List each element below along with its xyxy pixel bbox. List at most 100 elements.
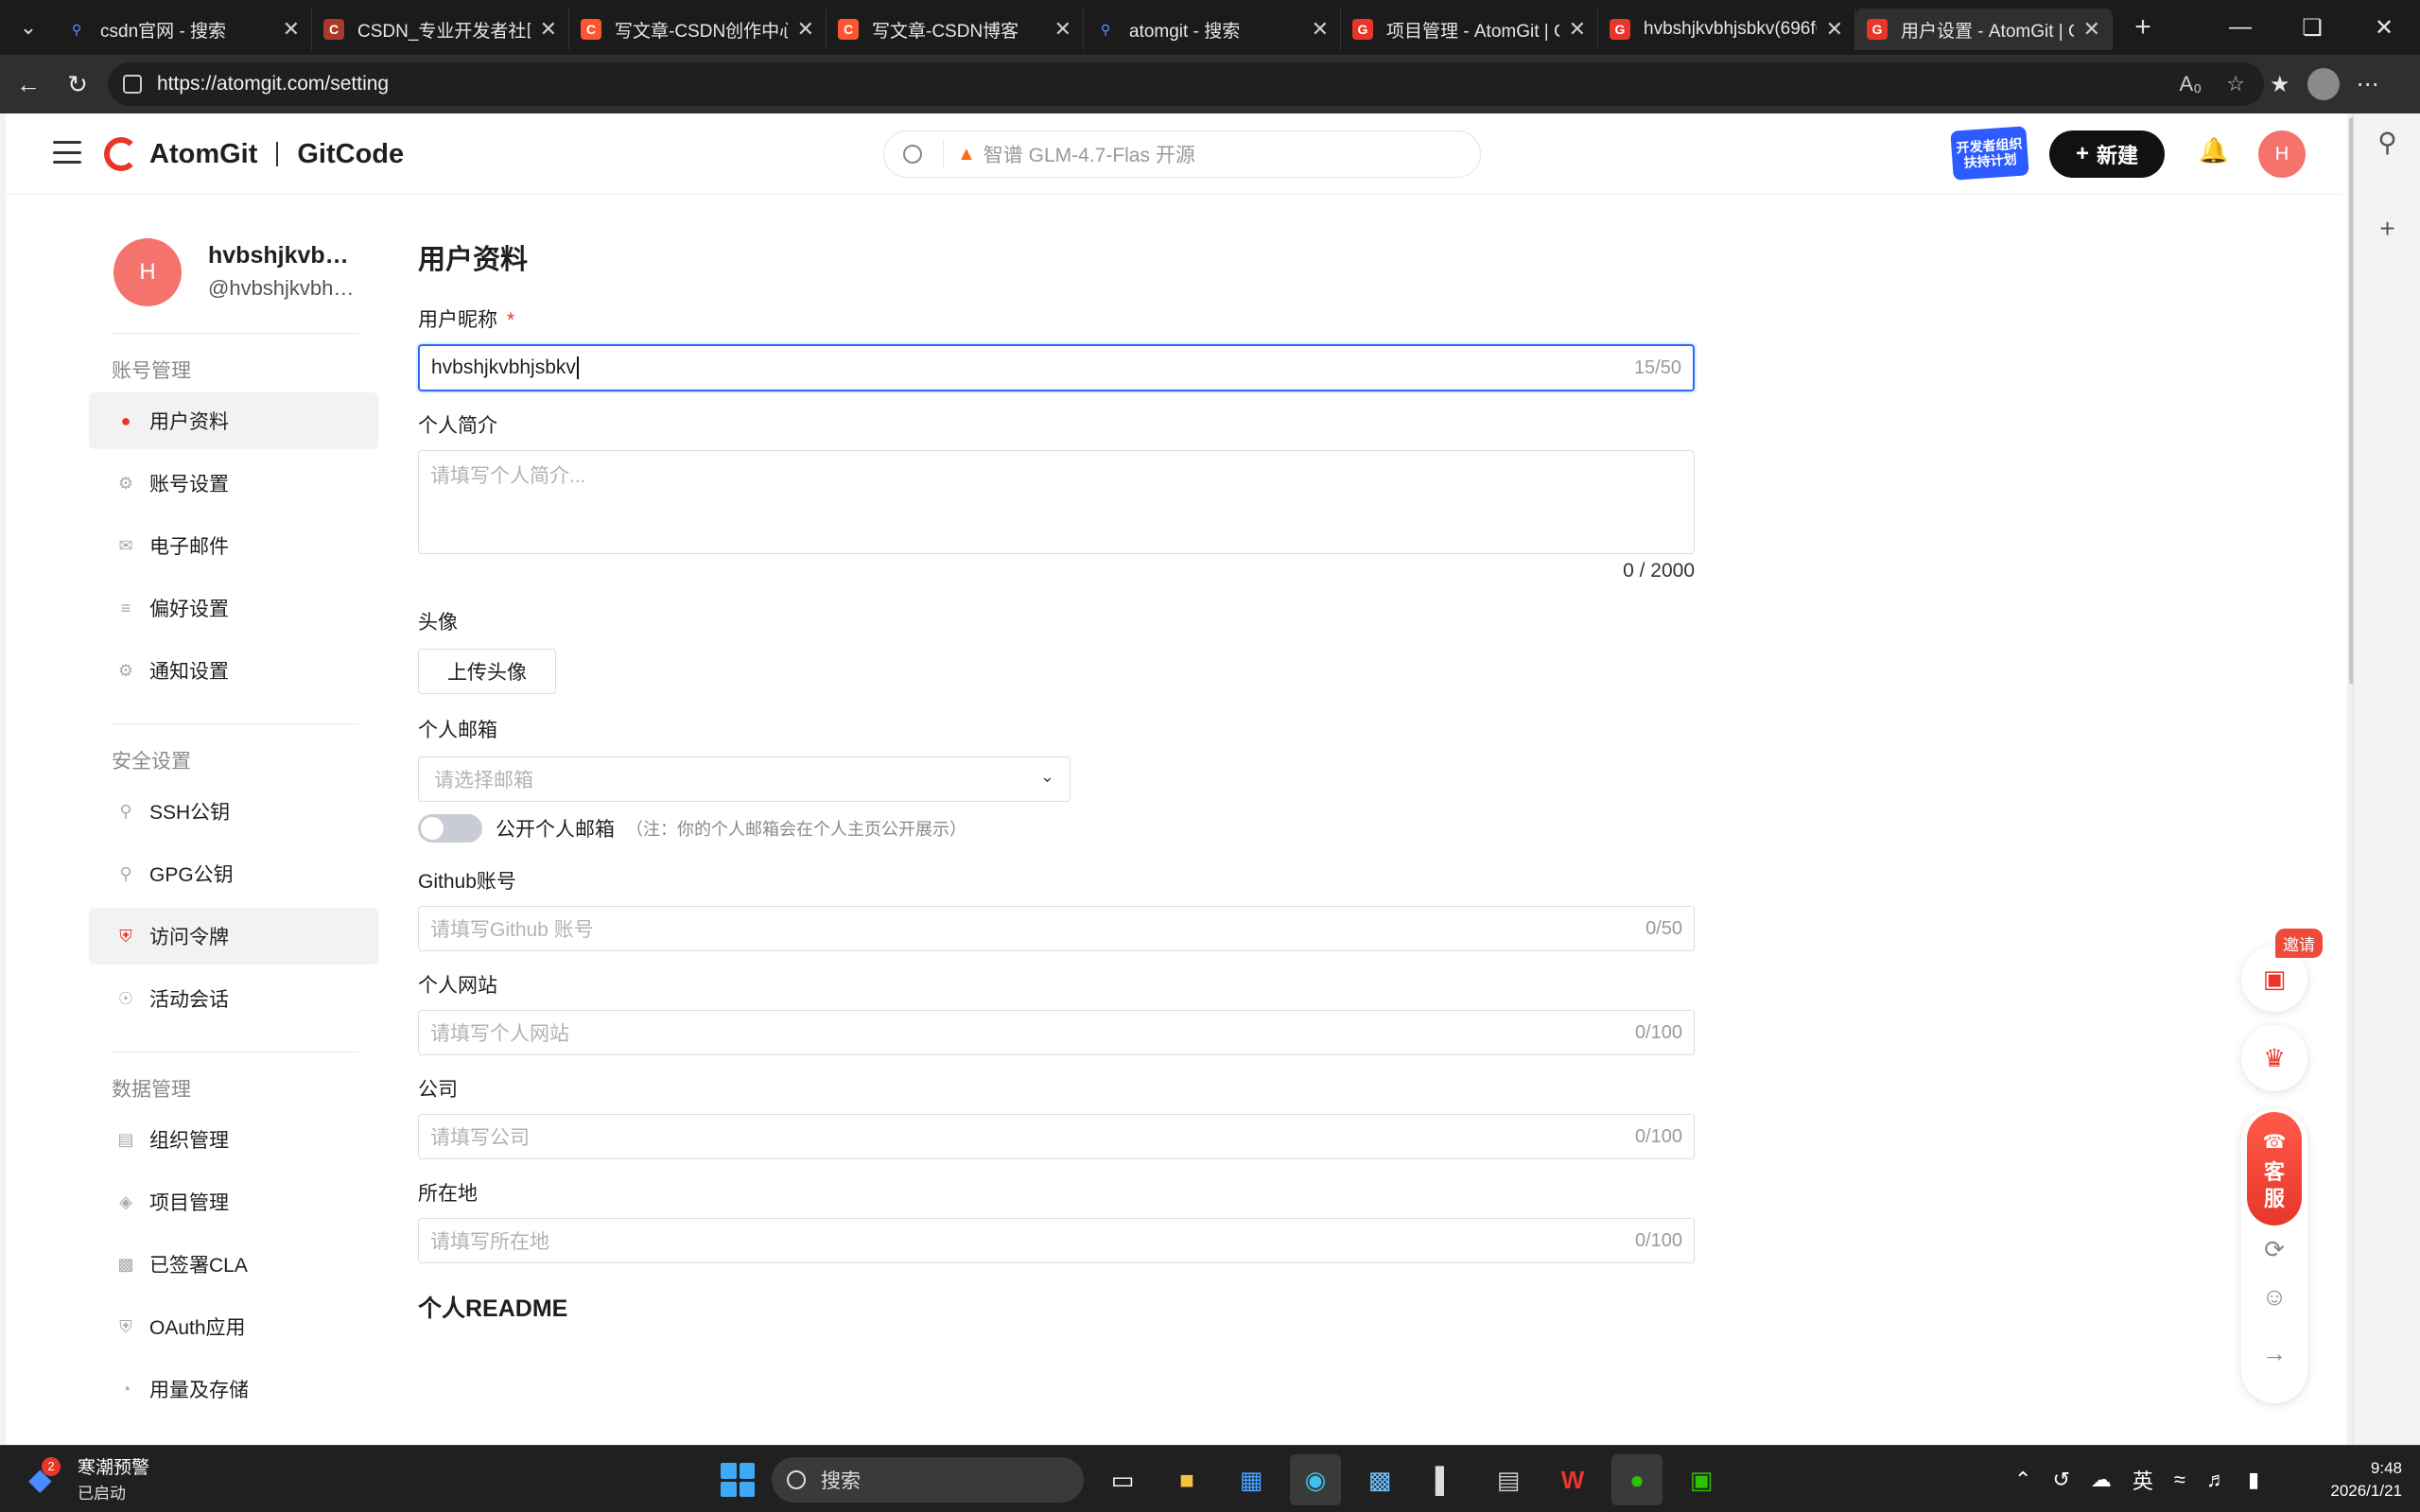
nickname-input[interactable]: hvbshjkvbhjsbkv 15/50 [418,344,1695,391]
back-icon[interactable]: ← [4,61,53,107]
sidebar-search-icon[interactable]: ⚲ [2354,127,2420,158]
company-input[interactable]: 请填写公司 0/100 [418,1114,1695,1159]
battery-icon[interactable]: ▮ [2248,1468,2259,1492]
more-menu-icon[interactable]: ⋯ [2357,71,2379,98]
arrow-right-icon[interactable]: → [2241,1339,2307,1368]
wifi-icon[interactable]: ≈ [2174,1468,2185,1492]
reload-icon[interactable]: ↻ [53,61,102,107]
promo-badge[interactable]: 开发者组织扶持计划 [1950,126,2029,181]
sidebar-item[interactable]: ⚲ SSH公钥 [89,783,378,840]
tab-close-icon[interactable]: ✕ [1312,17,1329,42]
sidebar-item[interactable]: ● 用户资料 [89,392,378,449]
sidebar-item[interactable]: ⛨ 访问令牌 [89,908,378,965]
disk-tool-icon[interactable]: ▤ [1483,1454,1534,1505]
new-tab-button[interactable]: + [2122,7,2164,48]
tab-close-icon[interactable]: ✕ [540,17,557,42]
tab-close-icon[interactable]: ✕ [2083,17,2100,42]
sidebar-item[interactable]: ☉ 活动会话 [89,970,378,1027]
public-email-toggle[interactable] [418,814,482,843]
sidebar-item[interactable]: ⚙ 通知设置 [89,642,378,699]
shield-icon: ⛨ [119,926,132,946]
taskbar-clock[interactable]: 9:48 2026/1/21 [2298,1457,2402,1503]
browser-tab[interactable]: G 项目管理 - AtomGit | Gi ✕ [1341,9,1598,50]
bio-textarea[interactable]: 请填写个人简介... [418,450,1695,554]
sidebar-add-icon[interactable]: + [2354,214,2420,244]
sidebar-item[interactable]: ≡ 偏好设置 [89,580,378,636]
close-window-icon[interactable]: ✕ [2348,0,2420,55]
sidebar-item[interactable]: ▩ 已签署CLA [89,1236,378,1293]
sidebar-item[interactable]: ✉ 电子邮件 [89,517,378,574]
site-search-input[interactable]: ▲ 智谱 GLM-4.7-Flas 开源 [883,130,1481,178]
tab-close-icon[interactable]: ✕ [797,17,814,42]
smile-icon[interactable]: ☺ [2241,1282,2307,1312]
chat-app-icon[interactable]: ▣ [1676,1454,1727,1505]
windows-taskbar: ◆ 2 寒潮预警 已启动 搜索 ▭ ■ ▦ ◉ ▩ ▌ ▤ W ● ▣ ⌃ ↺ ☁… [0,1445,2420,1512]
browser-tab[interactable]: Ghvbshjkvbhjsbkv(696f6e ✕ [1598,9,1855,50]
key-icon: ⚲ [119,863,132,883]
browser-tab[interactable]: C 写文章-CSDN博客 ✕ [827,9,1084,50]
browser-tab[interactable]: C 写文章-CSDN创作中心 ✕ [569,9,827,50]
nickname-value: hvbshjkvbhjsbkv [431,356,576,378]
bio-label: 个人简介 [418,415,497,437]
sidebar-item[interactable]: ⛨ OAuth应用 [89,1298,378,1355]
cloud-icon[interactable]: ☁ [2091,1468,2112,1492]
file-explorer-icon[interactable]: ■ [1161,1454,1212,1505]
site-header: AtomGit GitCode ▲ 智谱 GLM-4.7-Flas 开源 开发者… [6,113,2342,195]
sync-icon[interactable]: ↺ [2052,1468,2069,1492]
header-avatar[interactable]: H [2258,130,2306,178]
sidebar-item[interactable]: ⚲ GPG公钥 [89,845,378,902]
tray-chevron-up-icon[interactable]: ⌃ [2014,1468,2031,1492]
location-input[interactable]: 请填写所在地 0/100 [418,1218,1695,1263]
ime-indicator[interactable]: 英 [2133,1465,2153,1495]
sidebar-item[interactable]: ⚙ 账号设置 [89,455,378,512]
volume-icon[interactable]: ♬ [2206,1468,2227,1492]
tab-close-icon[interactable]: ✕ [1054,17,1071,42]
readme-section-title: 个人README [418,1295,568,1322]
terminal-icon[interactable]: ▌ [1419,1454,1470,1505]
new-button[interactable]: + 新建 [2049,130,2165,178]
bell-icon[interactable]: 🔔 [2198,136,2230,170]
chevron-down-icon: ⌄ [1039,767,1054,786]
favorite-star-icon[interactable]: ☆ [2226,72,2245,96]
tab-close-icon[interactable]: ✕ [1569,17,1586,42]
refresh-circle-icon[interactable]: ⟳ [2241,1235,2307,1264]
sidebar-item[interactable]: ▤ 组织管理 [89,1111,378,1168]
task-view-icon[interactable]: ▭ [1097,1454,1148,1505]
minimize-icon[interactable]: — [2204,0,2276,55]
upload-avatar-button[interactable]: 上传头像 [418,649,556,694]
browser-tab[interactable]: G 用户设置 - AtomGit | Gi ✕ [1855,9,2113,50]
favorites-icon[interactable]: ★ [2270,71,2290,98]
control-panel-icon[interactable]: ▩ [1354,1454,1405,1505]
github-input[interactable]: 请填写Github 账号 0/50 [418,906,1695,951]
weather-widget[interactable]: ◆ 2 寒潮预警 已启动 [28,1453,149,1506]
browser-tab-label: atomgit - 搜索 [1129,21,1241,42]
customer-service-button[interactable]: ☎ 客 服 [2247,1112,2302,1225]
tab-close-icon[interactable]: ✕ [1826,17,1843,42]
restore-icon[interactable]: ❏ [2276,0,2348,55]
website-input[interactable]: 请填写个人网站 0/100 [418,1010,1695,1055]
tab-close-icon[interactable]: ✕ [283,17,300,42]
menu-icon[interactable] [53,136,81,168]
invite-gift-button[interactable]: ▣ 邀请 [2241,929,2323,1012]
avatar: H [113,238,182,306]
kefu-char-1: 客 [2263,1160,2285,1184]
store-icon[interactable]: ▦ [1226,1454,1277,1505]
taskbar-apps: 搜索 ▭ ■ ▦ ◉ ▩ ▌ ▤ W ● ▣ [717,1454,1727,1505]
browser-tab[interactable]: C CSDN_专业开发者社区_ ✕ [312,9,569,50]
read-aloud-icon[interactable]: A₀ [2179,72,2202,96]
email-select[interactable]: 请选择邮箱 ⌄ [418,756,1071,802]
browser-tab[interactable]: ⚲ atomgit - 搜索 ✕ [1084,9,1341,50]
tab-list-chevron-icon[interactable]: ⌄ [9,9,47,46]
trophy-button[interactable]: ♛ [2241,1025,2307,1091]
edge-icon[interactable]: ◉ [1290,1454,1341,1505]
site-logo[interactable]: AtomGit GitCode [104,132,404,176]
taskbar-search[interactable]: 搜索 [772,1457,1084,1503]
start-icon[interactable] [717,1459,758,1501]
url-field[interactable]: https://atomgit.com/setting A₀ ☆ [108,62,2264,106]
wps-icon[interactable]: W [1547,1454,1598,1505]
browser-tab[interactable]: ⚲ csdn官网 - 搜索 ✕ [55,9,312,50]
wechat-icon[interactable]: ● [1611,1454,1663,1505]
sidebar-item[interactable]: ◔ 用量及存储 [89,1361,378,1417]
profile-icon[interactable] [2307,68,2340,100]
sidebar-item[interactable]: ◈ 项目管理 [89,1173,378,1230]
